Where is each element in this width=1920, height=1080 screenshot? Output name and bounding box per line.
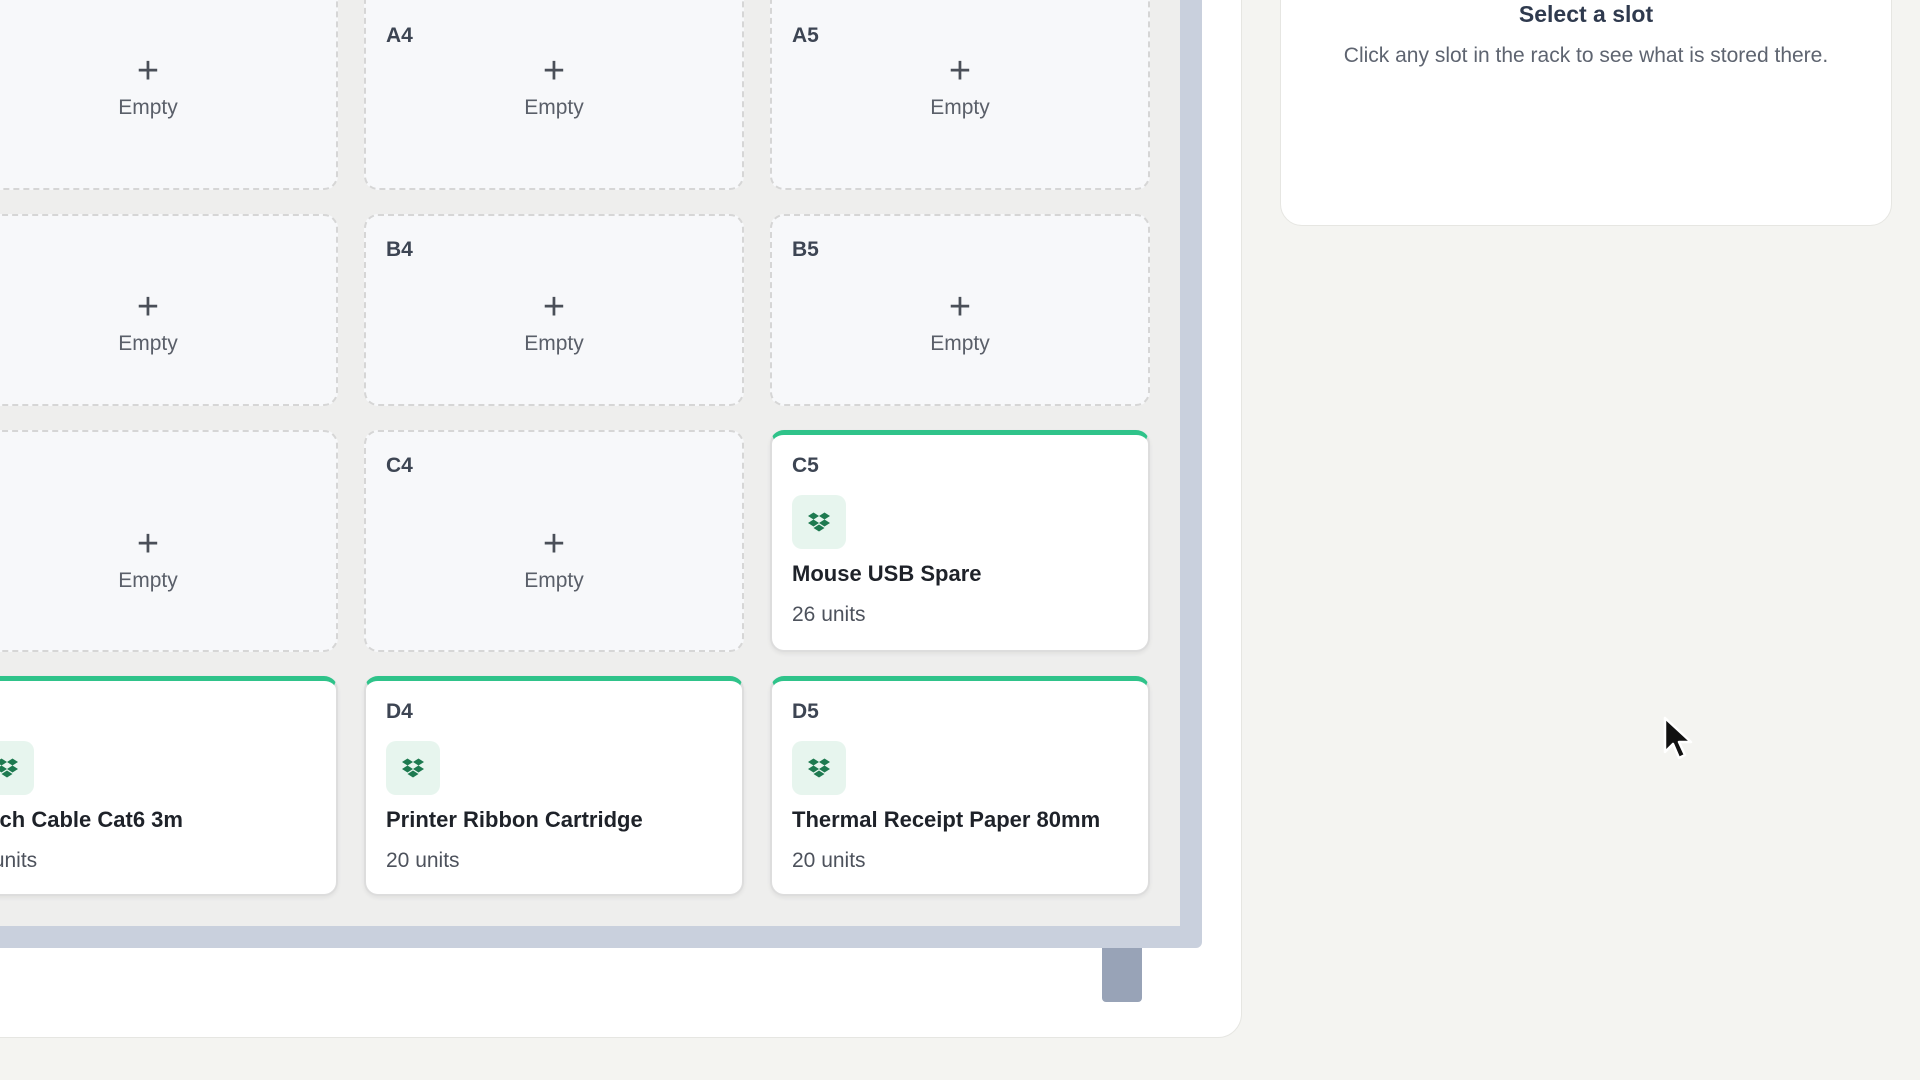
item-quantity: 20 units <box>792 849 866 872</box>
item-name: Mouse USB Spare <box>792 561 982 586</box>
item-name: Printer Ribbon Cartridge <box>386 807 643 832</box>
empty-label: Empty <box>524 96 584 119</box>
item-quantity: ) units <box>0 849 38 872</box>
empty-placeholder: + Empty <box>772 52 1148 120</box>
empty-label: Empty <box>930 96 990 119</box>
slot-b5[interactable]: B5 + Empty <box>770 214 1150 406</box>
slot-id: D4 <box>386 700 413 723</box>
slot-c3[interactable]: 3 + Empty <box>0 430 338 652</box>
empty-label: Empty <box>524 332 584 355</box>
slot-b4[interactable]: B4 + Empty <box>364 214 744 406</box>
slot-id: D5 <box>792 700 819 723</box>
detail-title: Select a slot <box>1518 1 1654 27</box>
page: 3 + Empty A4 + Empty A5 + Empty 3 + Empt… <box>0 0 1920 1080</box>
item-name: atch Cable Cat6 3m <box>0 807 183 832</box>
slot-id: B5 <box>792 238 819 261</box>
empty-placeholder: + Empty <box>0 288 336 356</box>
slot-id: B4 <box>386 238 413 261</box>
slot-d3[interactable]: 3 atch Cable Cat6 3m ) units <box>0 676 338 896</box>
empty-placeholder: + Empty <box>366 52 742 120</box>
slot-id: A5 <box>792 24 819 47</box>
plus-icon: + <box>136 286 160 328</box>
plus-icon: + <box>948 286 972 328</box>
empty-label: Empty <box>118 569 178 592</box>
detail-hint-text: Click any slot in the rack to see what i… <box>1343 44 1829 67</box>
slot-detail-panel: Select a slot Click any slot in the rack… <box>1280 0 1892 226</box>
box-icon <box>792 741 846 795</box>
slot-d4[interactable]: D4 Printer Ribbon Cartridge 20 units <box>364 676 744 896</box>
empty-placeholder: + Empty <box>366 288 742 356</box>
item-quantity: 20 units <box>386 849 460 872</box>
box-icon <box>386 741 440 795</box>
empty-label: Empty <box>930 332 990 355</box>
plus-icon: + <box>948 50 972 92</box>
empty-placeholder: + Empty <box>772 288 1148 356</box>
slot-d5[interactable]: D5 Thermal Receipt Paper 80mm 20 units <box>770 676 1150 896</box>
slot-a5[interactable]: A5 + Empty <box>770 0 1150 190</box>
item-quantity: 26 units <box>792 603 866 626</box>
plus-icon: + <box>542 286 566 328</box>
plus-icon: + <box>136 50 160 92</box>
slot-a4[interactable]: A4 + Empty <box>364 0 744 190</box>
rack-leg <box>1102 948 1142 1002</box>
empty-placeholder: + Empty <box>366 525 742 593</box>
plus-icon: + <box>542 50 566 92</box>
empty-label: Empty <box>524 569 584 592</box>
empty-placeholder: + Empty <box>0 52 336 120</box>
slot-id: C4 <box>386 454 413 477</box>
plus-icon: + <box>136 523 160 565</box>
slot-b3[interactable]: 3 + Empty <box>0 214 338 406</box>
slot-id: A4 <box>386 24 413 47</box>
box-icon <box>792 495 846 549</box>
slot-c4[interactable]: C4 + Empty <box>364 430 744 652</box>
slot-c5[interactable]: C5 Mouse USB Spare 26 units <box>770 430 1150 652</box>
empty-label: Empty <box>118 332 178 355</box>
mouse-cursor-icon <box>1663 716 1693 760</box>
empty-placeholder: + Empty <box>0 525 336 593</box>
slot-a3[interactable]: 3 + Empty <box>0 0 338 190</box>
item-name: Thermal Receipt Paper 80mm <box>792 807 1101 832</box>
slot-id: C5 <box>792 454 819 477</box>
empty-label: Empty <box>118 96 178 119</box>
box-icon <box>0 741 34 795</box>
plus-icon: + <box>542 523 566 565</box>
